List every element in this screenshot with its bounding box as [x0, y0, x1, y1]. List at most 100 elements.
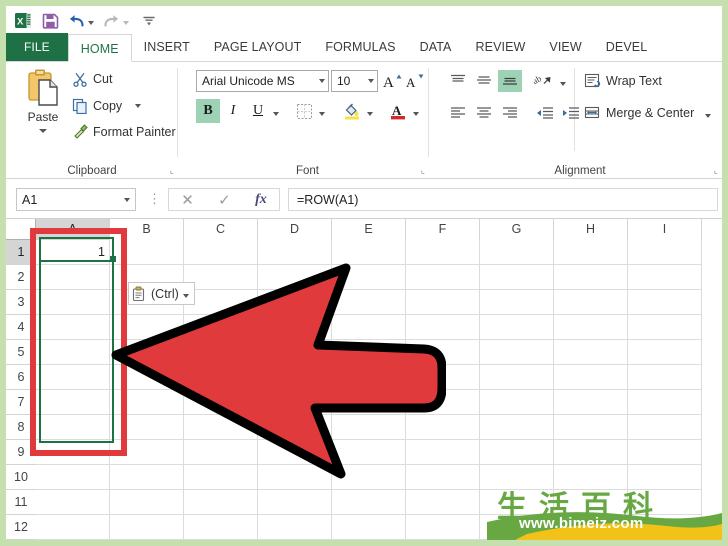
borders-dropdown-caret[interactable] — [319, 111, 325, 116]
cell-G2[interactable] — [480, 265, 554, 290]
cell-A3[interactable] — [36, 290, 110, 315]
paste-button[interactable]: Paste — [16, 68, 70, 150]
row-header-11[interactable]: 11 — [6, 490, 36, 515]
alignment-dialog-launcher[interactable]: ⌞ — [714, 165, 718, 176]
cell-H2[interactable] — [554, 265, 628, 290]
column-header-G[interactable]: G — [480, 219, 554, 240]
decrease-font-size-button[interactable]: A — [405, 70, 427, 92]
cell-A7[interactable] — [36, 390, 110, 415]
cell-G4[interactable] — [480, 315, 554, 340]
cell-A8[interactable] — [36, 415, 110, 440]
underline-dropdown-caret[interactable] — [273, 111, 279, 116]
column-header-C[interactable]: C — [184, 219, 258, 240]
bold-button[interactable]: B — [196, 99, 220, 123]
column-header-F[interactable]: F — [406, 219, 480, 240]
italic-button[interactable]: I — [221, 99, 245, 123]
merge-center-dropdown-caret[interactable] — [705, 113, 712, 118]
cell-H11[interactable] — [554, 490, 628, 515]
cell-H7[interactable] — [554, 390, 628, 415]
increase-indent-button[interactable] — [558, 102, 582, 124]
borders-button[interactable] — [292, 99, 316, 123]
cell-H1[interactable] — [554, 240, 628, 265]
cell-H3[interactable] — [554, 290, 628, 315]
cell-G6[interactable] — [480, 365, 554, 390]
align-right-button[interactable] — [498, 102, 522, 124]
cell-A12[interactable] — [36, 515, 110, 540]
font-size-caret[interactable] — [368, 79, 374, 83]
cell-G9[interactable] — [480, 440, 554, 465]
column-header-I[interactable]: I — [628, 219, 702, 240]
tab-insert[interactable]: INSERT — [132, 33, 202, 61]
redo-icon[interactable] — [103, 10, 129, 30]
cell-G3[interactable] — [480, 290, 554, 315]
paste-dropdown-caret[interactable] — [39, 129, 47, 133]
undo-icon[interactable] — [68, 10, 94, 30]
cell-G8[interactable] — [480, 415, 554, 440]
row-header-2[interactable]: 2 — [6, 265, 36, 290]
cell-I5[interactable] — [628, 340, 702, 365]
cell-I11[interactable] — [628, 490, 702, 515]
cell-A11[interactable] — [36, 490, 110, 515]
cell-A1[interactable]: 1 — [36, 240, 110, 265]
column-header-H[interactable]: H — [554, 219, 628, 240]
name-box[interactable]: A1 — [16, 188, 136, 211]
cell-H4[interactable] — [554, 315, 628, 340]
cell-G12[interactable] — [480, 515, 554, 540]
align-center-button[interactable] — [472, 102, 496, 124]
cell-A2[interactable] — [36, 265, 110, 290]
cell-H12[interactable] — [554, 515, 628, 540]
cell-A10[interactable] — [36, 465, 110, 490]
cell-I6[interactable] — [628, 365, 702, 390]
tab-page-layout[interactable]: PAGE LAYOUT — [202, 33, 313, 61]
cell-I10[interactable] — [628, 465, 702, 490]
cell-H6[interactable] — [554, 365, 628, 390]
cell-I12[interactable] — [628, 515, 702, 540]
font-name-caret[interactable] — [319, 79, 325, 83]
font-color-button[interactable]: A — [386, 99, 410, 123]
cell-G10[interactable] — [480, 465, 554, 490]
cell-I3[interactable] — [628, 290, 702, 315]
cell-I7[interactable] — [628, 390, 702, 415]
copy-dropdown-caret[interactable] — [135, 104, 142, 108]
font-dialog-launcher[interactable]: ⌞ — [421, 165, 425, 176]
cell-G5[interactable] — [480, 340, 554, 365]
font-color-dropdown-caret[interactable] — [413, 111, 419, 116]
tab-home[interactable]: HOME — [67, 34, 132, 62]
name-box-caret[interactable] — [124, 197, 130, 202]
fill-color-dropdown-caret[interactable] — [367, 111, 373, 116]
enter-icon[interactable]: ✓ — [218, 191, 231, 209]
formula-input[interactable]: =ROW(A1) — [288, 188, 718, 211]
underline-button[interactable]: U — [246, 99, 270, 123]
copy-button[interactable]: Copy — [72, 98, 142, 114]
cell-H8[interactable] — [554, 415, 628, 440]
row-header-5[interactable]: 5 — [6, 340, 36, 365]
row-header-9[interactable]: 9 — [6, 440, 36, 465]
column-header-E[interactable]: E — [332, 219, 406, 240]
undo-dropdown-caret[interactable] — [88, 20, 94, 25]
cell-A5[interactable] — [36, 340, 110, 365]
increase-font-size-button[interactable]: A — [382, 70, 404, 92]
column-header-D[interactable]: D — [258, 219, 332, 240]
cell-H5[interactable] — [554, 340, 628, 365]
cell-A4[interactable] — [36, 315, 110, 340]
align-top-button[interactable] — [446, 70, 470, 92]
fill-color-button[interactable] — [340, 99, 364, 123]
cancel-icon[interactable]: ✕ — [181, 191, 194, 209]
cell-H10[interactable] — [554, 465, 628, 490]
align-middle-button[interactable] — [472, 70, 496, 92]
clipboard-dialog-launcher[interactable]: ⌞ — [170, 165, 174, 176]
tab-data[interactable]: DATA — [408, 33, 464, 61]
tab-file[interactable]: FILE — [6, 33, 68, 61]
save-icon[interactable] — [42, 10, 59, 30]
redo-dropdown-caret[interactable] — [123, 20, 129, 25]
cell-I8[interactable] — [628, 415, 702, 440]
cell-A9[interactable] — [36, 440, 110, 465]
column-header-A[interactable]: A — [36, 219, 110, 240]
cell-G7[interactable] — [480, 390, 554, 415]
font-name-combo[interactable]: Arial Unicode MS — [196, 70, 329, 92]
cell-I9[interactable] — [628, 440, 702, 465]
wrap-text-button[interactable]: Wrap Text — [584, 73, 662, 89]
cell-G1[interactable] — [480, 240, 554, 265]
cell-I4[interactable] — [628, 315, 702, 340]
format-painter-button[interactable]: Format Painter — [72, 124, 176, 140]
